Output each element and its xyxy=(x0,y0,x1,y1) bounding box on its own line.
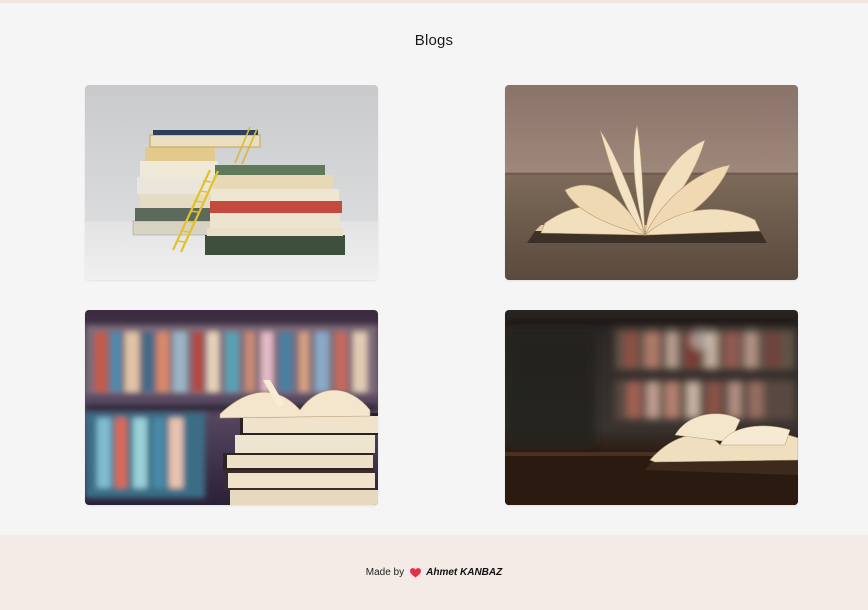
blog-card-image[interactable] xyxy=(505,85,798,280)
blog-card-image[interactable] xyxy=(85,310,378,505)
stacked-books-with-ladder-image xyxy=(85,85,378,280)
blog-card-image[interactable] xyxy=(85,85,378,280)
open-book-on-wooden-table-image xyxy=(505,85,798,280)
made-by-text: Made by xyxy=(365,567,405,578)
heart-icon xyxy=(410,567,422,578)
blog-card-image[interactable] xyxy=(505,310,798,505)
page-title: Blogs xyxy=(414,32,454,49)
open-book-dark-library-image xyxy=(505,310,798,505)
author-name: Ahmet KANBAZ xyxy=(426,567,503,578)
top-border xyxy=(0,0,868,3)
book-stack-library-shelves-image xyxy=(85,310,378,505)
footer: Made by Ahmet KANBAZ xyxy=(0,535,868,610)
